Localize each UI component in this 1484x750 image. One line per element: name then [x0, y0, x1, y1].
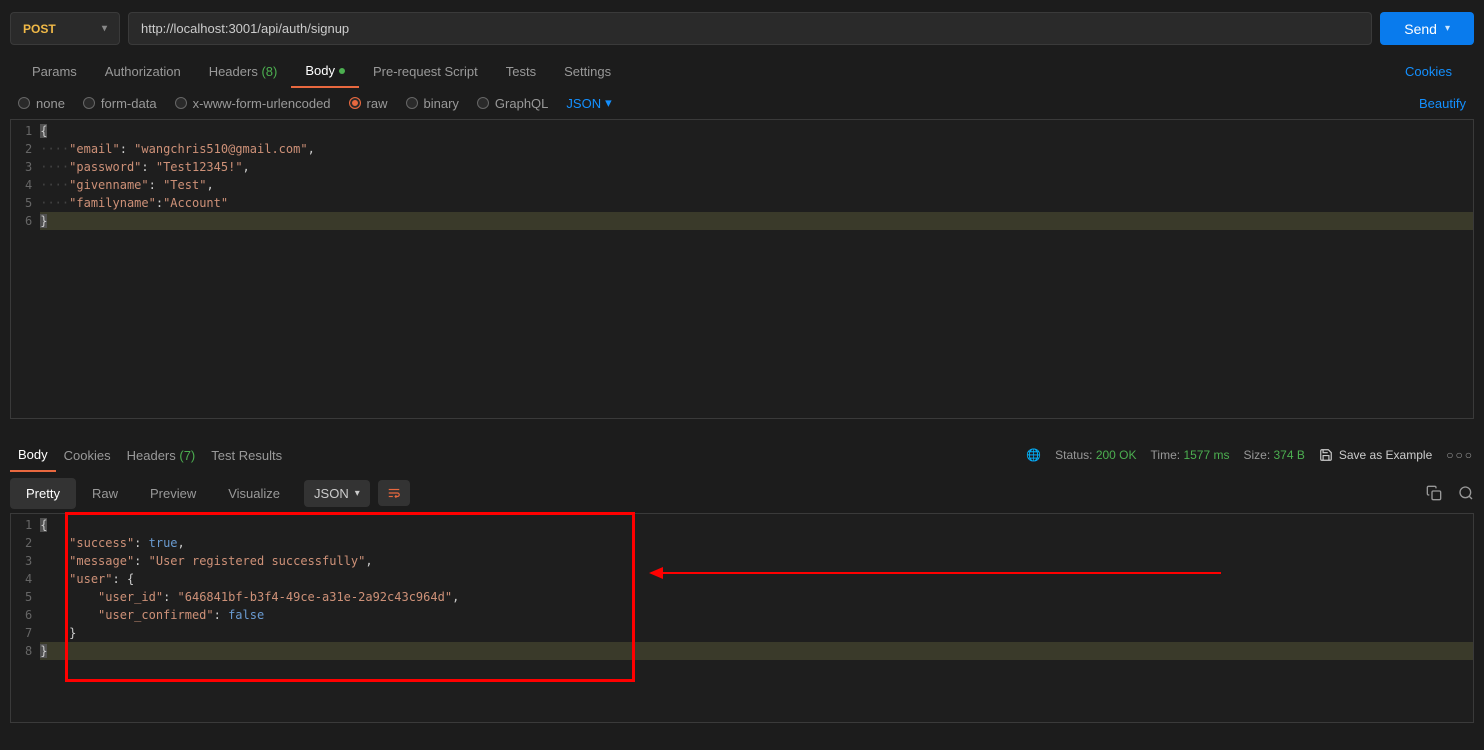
wrap-icon	[386, 486, 402, 500]
size-label: Size: 374 B	[1243, 448, 1304, 462]
chevron-down-icon: ▾	[102, 23, 107, 34]
radio-icon	[349, 97, 361, 109]
body-type-binary[interactable]: binary	[406, 96, 459, 111]
tab-authorization[interactable]: Authorization	[91, 56, 195, 87]
response-tab-cookies[interactable]: Cookies	[56, 440, 119, 471]
method-label: POST	[23, 22, 56, 36]
cookies-link[interactable]: Cookies	[1391, 56, 1466, 87]
tab-prerequest[interactable]: Pre-request Script	[359, 56, 492, 87]
url-input[interactable]	[128, 12, 1372, 45]
response-tab-testresults[interactable]: Test Results	[203, 440, 290, 471]
globe-icon[interactable]: 🌐	[1026, 448, 1041, 462]
beautify-link[interactable]: Beautify	[1419, 96, 1466, 111]
status-label: Status: 200 OK	[1055, 448, 1136, 462]
tab-params[interactable]: Params	[18, 56, 91, 87]
more-icon[interactable]: ○○○	[1446, 448, 1474, 462]
chevron-down-icon: ▾	[355, 488, 360, 499]
chevron-down-icon: ▾	[605, 95, 612, 111]
save-icon	[1319, 448, 1333, 462]
send-label: Send	[1404, 21, 1437, 37]
tab-settings[interactable]: Settings	[550, 56, 625, 87]
radio-icon	[83, 97, 95, 109]
view-raw[interactable]: Raw	[76, 478, 134, 509]
request-body-editor[interactable]: 123456 {····"email": "wangchris510@gmail…	[10, 119, 1474, 419]
tab-body[interactable]: Body	[291, 55, 359, 88]
dot-indicator-icon	[339, 68, 345, 74]
save-as-example-button[interactable]: Save as Example	[1319, 448, 1432, 462]
radio-icon	[175, 97, 187, 109]
body-type-urlencoded[interactable]: x-www-form-urlencoded	[175, 96, 331, 111]
search-icon[interactable]	[1458, 485, 1474, 501]
radio-icon	[477, 97, 489, 109]
body-format-select[interactable]: JSON ▾	[566, 95, 611, 111]
body-type-raw[interactable]: raw	[349, 96, 388, 111]
copy-icon[interactable]	[1426, 485, 1442, 501]
annotation-arrow	[651, 572, 1221, 574]
view-visualize[interactable]: Visualize	[212, 478, 296, 509]
method-select[interactable]: POST ▾	[10, 12, 120, 45]
view-preview[interactable]: Preview	[134, 478, 212, 509]
request-tabs: Params Authorization Headers (8) Body Pr…	[0, 53, 1484, 89]
send-button[interactable]: Send ▾	[1380, 12, 1474, 45]
wrap-lines-button[interactable]	[378, 480, 410, 506]
response-tab-body[interactable]: Body	[10, 439, 56, 472]
response-tabs: Body Cookies Headers (7) Test Results 🌐 …	[0, 437, 1484, 473]
response-body-editor[interactable]: 12345678 { "success": true, "message": "…	[10, 513, 1474, 723]
tab-headers[interactable]: Headers (8)	[195, 56, 292, 87]
view-mode-tabs: Pretty Raw Preview Visualize JSON ▾	[0, 473, 1484, 513]
body-type-none[interactable]: none	[18, 96, 65, 111]
tab-tests[interactable]: Tests	[492, 56, 550, 87]
body-type-formdata[interactable]: form-data	[83, 96, 157, 111]
time-label: Time: 1577 ms	[1151, 448, 1230, 462]
view-pretty[interactable]: Pretty	[10, 478, 76, 509]
body-type-row: none form-data x-www-form-urlencoded raw…	[0, 89, 1484, 119]
chevron-down-icon: ▾	[1445, 23, 1450, 34]
body-type-graphql[interactable]: GraphQL	[477, 96, 548, 111]
radio-icon	[406, 97, 418, 109]
response-format-select[interactable]: JSON ▾	[304, 480, 370, 507]
response-tab-headers[interactable]: Headers (7)	[119, 440, 204, 471]
radio-icon	[18, 97, 30, 109]
